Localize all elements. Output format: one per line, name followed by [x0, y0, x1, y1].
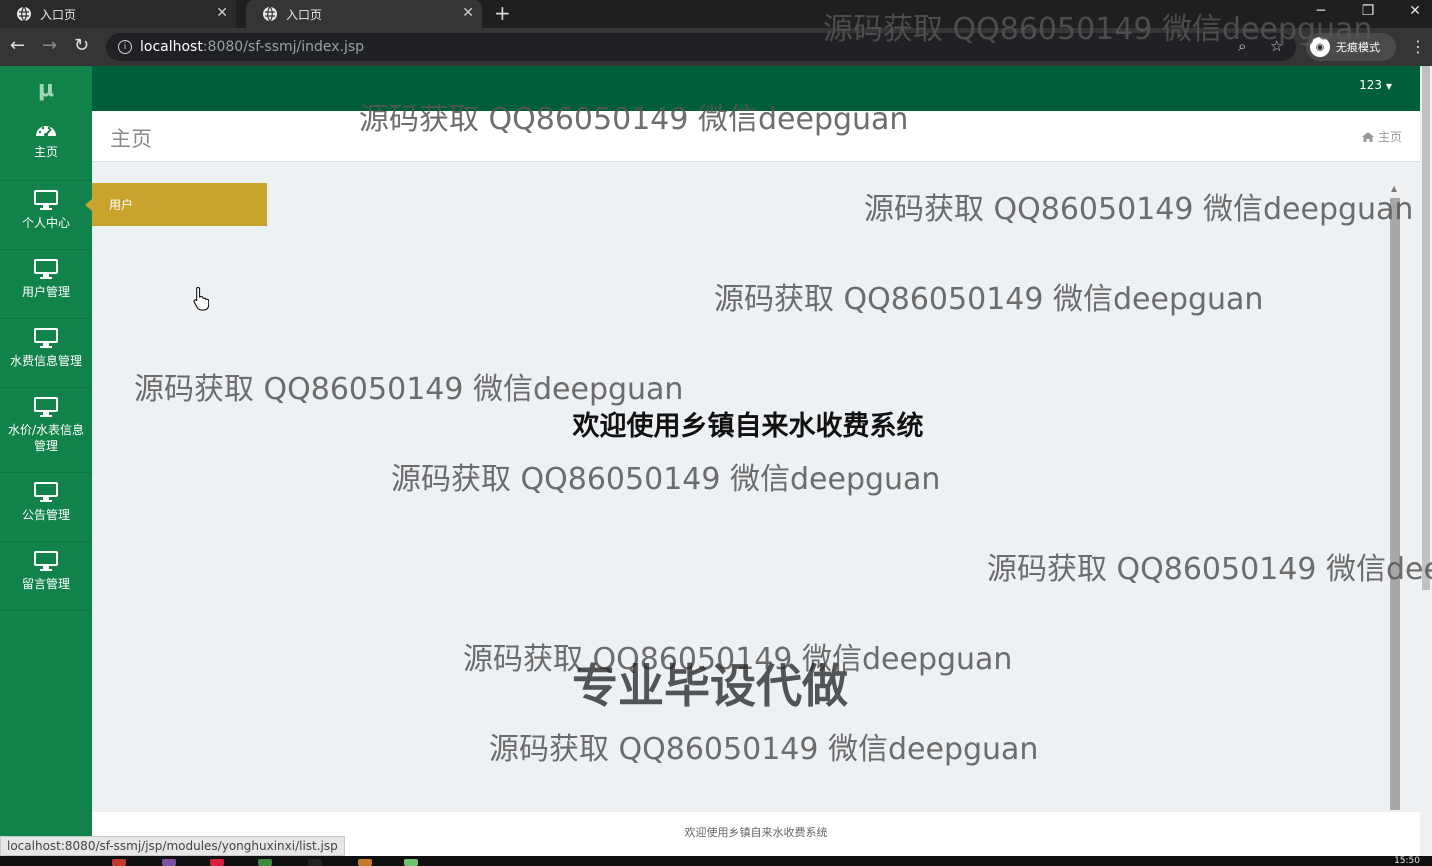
- watermark-text: 源码获取 QQ86050149 微信deepguan: [489, 732, 1039, 767]
- sidebar-item-label: 用户管理: [21, 285, 70, 299]
- tab-title: 入口页: [286, 7, 323, 22]
- home-icon: [1361, 131, 1374, 142]
- taskbar-app-icon[interactable]: [358, 859, 372, 866]
- watermark-text: 源码获取 QQ86050149 微信deepguan: [391, 462, 941, 497]
- sidebar-item-label: 个人中心: [21, 216, 70, 230]
- monitor-icon: [34, 190, 58, 210]
- url-host: localhost: [140, 39, 203, 55]
- monitor-icon: [34, 328, 58, 348]
- watermark-big-text: 专业毕设代做: [572, 659, 848, 713]
- sidebar-item-water-price[interactable]: 水价/水表信息管理: [0, 388, 92, 473]
- site-info-icon[interactable]: i: [118, 40, 132, 54]
- url-path: :8080/sf-ssmj/index.jsp: [202, 39, 365, 55]
- close-window-icon[interactable]: ✕: [1392, 0, 1432, 22]
- submenu-item-users[interactable]: 用户: [92, 183, 267, 226]
- user-name: 123: [1359, 78, 1383, 92]
- sidebar-item-home[interactable]: 主页: [0, 112, 92, 181]
- taskbar-app-icon[interactable]: [308, 859, 322, 866]
- monitor-icon: [34, 259, 58, 279]
- sidebar-item-profile[interactable]: 个人中心: [0, 181, 92, 250]
- sidebar-item-label: 水价/水表信息管理: [7, 423, 85, 453]
- sidebar-item-label: 水费信息管理: [9, 354, 82, 368]
- sidebar-item-label: 留言管理: [21, 577, 70, 591]
- flyout-arrow: [85, 199, 92, 211]
- watermark-text: 源码获取 QQ86050149 微信deepguan: [864, 192, 1414, 227]
- new-tab-button[interactable]: +: [494, 2, 511, 24]
- taskbar-app-icon[interactable]: [210, 859, 224, 866]
- reload-icon[interactable]: ↻: [74, 36, 89, 56]
- logo: μ: [37, 76, 55, 102]
- status-url-tooltip: localhost:8080/sf-ssmj/jsp/modules/yongh…: [0, 836, 345, 856]
- user-menu-dropdown[interactable]: 123 ▼: [1359, 78, 1392, 92]
- back-icon[interactable]: ←: [10, 36, 25, 56]
- taskbar-app-icon[interactable]: [404, 859, 418, 866]
- watermark-text: 源码获取 QQ86050149 微信dee: [987, 552, 1432, 587]
- os-taskbar: 15:50: [0, 856, 1432, 866]
- sidebar-item-label: 公告管理: [21, 508, 70, 522]
- welcome-heading: 欢迎使用乡镇自来水收费系统: [572, 411, 924, 442]
- taskbar-app-icon[interactable]: [258, 859, 272, 866]
- breadcrumb: 主页: [1361, 128, 1402, 145]
- page-title: 主页: [110, 127, 152, 151]
- sidebar-item-announcements[interactable]: 公告管理: [0, 473, 92, 542]
- taskbar-app-icon[interactable]: [162, 859, 176, 866]
- globe-icon: [17, 6, 31, 22]
- sidebar-item-messages[interactable]: 留言管理: [0, 542, 92, 611]
- close-tab-icon[interactable]: ✕: [216, 5, 228, 21]
- globe-icon: [263, 6, 277, 22]
- breadcrumb-home-link[interactable]: 主页: [1378, 128, 1402, 145]
- hand-cursor-icon: [193, 286, 209, 311]
- browser-tab-active[interactable]: 入口页 ✕: [246, 0, 482, 28]
- browser-menu-icon[interactable]: ⋮: [1410, 37, 1426, 56]
- taskbar-app-icon[interactable]: [112, 859, 126, 866]
- watermark-text: 源码获取 QQ86050149 微信deepguan: [823, 12, 1373, 47]
- forward-icon[interactable]: →: [42, 36, 57, 56]
- tab-title: 入口页: [40, 7, 77, 22]
- dashboard-icon: [36, 126, 56, 137]
- caret-down-icon: ▼: [1385, 82, 1392, 91]
- sidebar: μ 主页 个人中心 用户管理 水费信息管理 水价/水表信息管理 公告管理 留言管…: [0, 66, 92, 856]
- watermark-text: 源码获取 QQ86050149 微信deepguan: [134, 372, 684, 407]
- sidebar-item-water-fee[interactable]: 水费信息管理: [0, 319, 92, 388]
- sidebar-item-users[interactable]: 用户管理: [0, 250, 92, 319]
- page-scrollbar-thumb[interactable]: [1422, 66, 1430, 590]
- browser-tab[interactable]: 入口页 ✕: [0, 0, 236, 28]
- monitor-icon: [34, 482, 58, 502]
- monitor-icon: [34, 551, 58, 571]
- monitor-icon: [34, 397, 58, 417]
- sidebar-item-label: 主页: [33, 145, 58, 159]
- close-tab-icon[interactable]: ✕: [462, 5, 474, 21]
- content-scrollbar-thumb[interactable]: [1390, 198, 1400, 810]
- watermark-text: 源码获取 QQ86050149 微信deepguan: [714, 282, 1264, 317]
- taskbar-clock: 15:50: [1394, 856, 1420, 866]
- watermark-text: 源码获取 QQ86050149 微信deepguan: [359, 102, 909, 137]
